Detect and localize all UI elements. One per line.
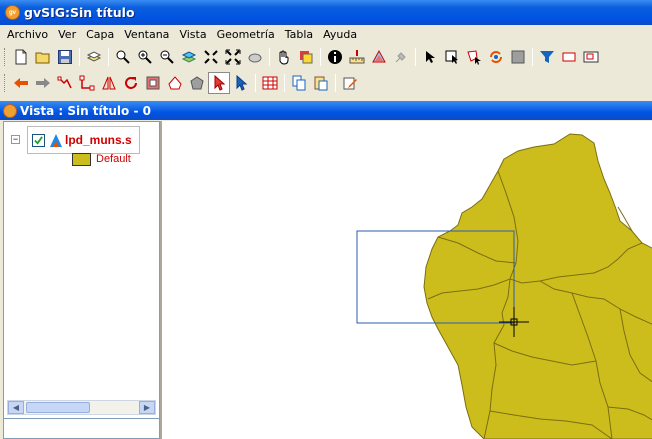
locator-icon[interactable] xyxy=(580,46,602,68)
measure-area-icon[interactable] xyxy=(368,46,390,68)
menu-capa[interactable]: Capa xyxy=(81,28,119,41)
open-folder-icon[interactable] xyxy=(32,46,54,68)
forward-arrow-icon[interactable] xyxy=(32,72,54,94)
menubar: Archivo Ver Capa Ventana Vista Geometría… xyxy=(0,25,652,44)
zoom-in-icon[interactable] xyxy=(112,46,134,68)
toolbar-edit xyxy=(0,71,652,95)
hyperlink-icon[interactable] xyxy=(390,46,412,68)
select-by-layer-icon[interactable] xyxy=(485,46,507,68)
vertex-icon[interactable] xyxy=(76,72,98,94)
municipality-polygons[interactable] xyxy=(423,133,652,439)
toolbar-separator xyxy=(255,74,256,92)
toolbar-grip[interactable] xyxy=(4,74,7,92)
edit-properties-icon[interactable] xyxy=(339,72,361,94)
pan-hand-icon[interactable] xyxy=(273,46,295,68)
back-arrow-icon[interactable] xyxy=(10,72,32,94)
layer-name: lpd_muns.s xyxy=(65,133,132,147)
toolbar-separator xyxy=(532,48,533,66)
scroll-right-icon[interactable]: ▶ xyxy=(139,401,155,414)
select-rect-icon[interactable] xyxy=(441,46,463,68)
edge-icon[interactable] xyxy=(54,72,76,94)
gvsig-logo-icon xyxy=(3,103,17,118)
zoom-minus-icon[interactable] xyxy=(156,46,178,68)
polygon-edit-icon[interactable] xyxy=(164,72,186,94)
select-arrow-icon[interactable] xyxy=(419,46,441,68)
scrollbar-thumb[interactable] xyxy=(26,402,90,413)
window-title: gvSIG:Sin título xyxy=(24,5,135,20)
menu-archivo[interactable]: Archivo xyxy=(2,28,53,41)
toolbar-main xyxy=(0,45,652,69)
clear-selection-icon[interactable] xyxy=(507,46,529,68)
menu-geometria[interactable]: Geometría xyxy=(212,28,280,41)
menu-ventana[interactable]: Ventana xyxy=(119,28,174,41)
menu-ver[interactable]: Ver xyxy=(53,28,81,41)
panel-divider[interactable] xyxy=(4,418,159,419)
zoom-layer-icon[interactable] xyxy=(178,46,200,68)
zoom-full-icon[interactable] xyxy=(200,46,222,68)
toolbar-separator xyxy=(320,48,321,66)
toolbar-separator xyxy=(79,48,80,66)
map-svg[interactable] xyxy=(162,121,652,439)
mirror-icon[interactable] xyxy=(98,72,120,94)
toolbar-separator xyxy=(284,74,285,92)
select-polygon-icon[interactable] xyxy=(463,46,485,68)
toc-layer-item[interactable]: lpd_muns.s xyxy=(27,126,140,154)
collapse-toggle[interactable]: − xyxy=(11,135,20,144)
polygon-gray-icon[interactable] xyxy=(186,72,208,94)
copy-icon[interactable] xyxy=(288,72,310,94)
filter-icon[interactable] xyxy=(536,46,558,68)
scale-icon[interactable] xyxy=(142,72,164,94)
layer-visibility-checkbox[interactable] xyxy=(32,133,45,147)
save-disk-icon[interactable] xyxy=(54,46,76,68)
table-of-contents: − lpd_muns.s Default ◀ ▶ xyxy=(3,121,160,439)
zoom-select-icon[interactable] xyxy=(244,46,266,68)
raster-icon[interactable] xyxy=(295,46,317,68)
scroll-left-icon[interactable]: ◀ xyxy=(8,401,24,414)
table-icon[interactable] xyxy=(259,72,281,94)
pointer-blue-icon[interactable] xyxy=(230,72,252,94)
paste-icon[interactable] xyxy=(310,72,332,94)
menu-ayuda[interactable]: Ayuda xyxy=(318,28,362,41)
toolbar-separator xyxy=(415,48,416,66)
toc-horizontal-scrollbar[interactable]: ◀ ▶ xyxy=(7,400,156,415)
menu-tabla[interactable]: Tabla xyxy=(280,28,318,41)
toolbar-separator xyxy=(269,48,270,66)
layers-add-icon[interactable] xyxy=(83,46,105,68)
rotate-icon[interactable] xyxy=(120,72,142,94)
rectangle-icon[interactable] xyxy=(558,46,580,68)
window-titlebar: gv gvSIG:Sin título xyxy=(0,0,652,25)
legend-color-swatch xyxy=(72,153,91,166)
info-icon[interactable] xyxy=(324,46,346,68)
map-canvas[interactable] xyxy=(160,121,652,439)
pointer-red-icon[interactable] xyxy=(208,72,230,94)
menu-vista[interactable]: Vista xyxy=(174,28,211,41)
measure-distance-icon[interactable] xyxy=(346,46,368,68)
new-document-icon[interactable] xyxy=(10,46,32,68)
zoom-extents-icon[interactable] xyxy=(222,46,244,68)
toolbar-separator xyxy=(108,48,109,66)
zoom-plus-icon[interactable] xyxy=(134,46,156,68)
legend-label: Default xyxy=(96,153,131,165)
vector-layer-icon xyxy=(49,132,63,148)
gvsig-logo-icon: gv xyxy=(5,5,20,20)
view-titlebar: Vista : Sin título - 0 xyxy=(0,101,652,120)
view-title: Vista : Sin título - 0 xyxy=(20,103,151,118)
toolbar-separator xyxy=(335,74,336,92)
toolbar-grip[interactable] xyxy=(4,48,7,66)
